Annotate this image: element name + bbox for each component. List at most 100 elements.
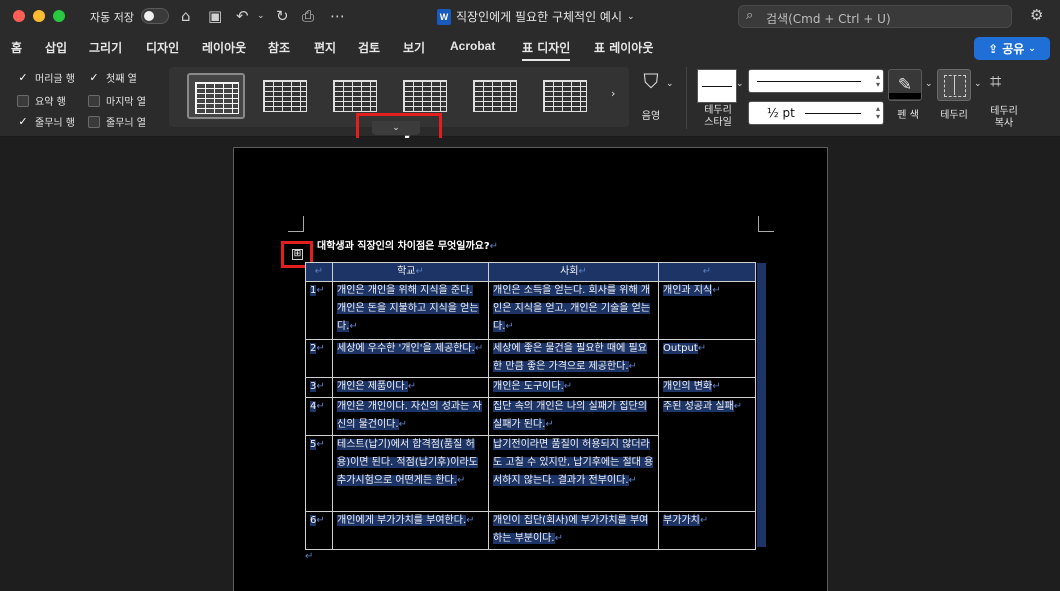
header-cell[interactable]: 학교↵ bbox=[332, 262, 489, 282]
option-last-column[interactable]: 마지막 열 bbox=[88, 93, 146, 108]
header-cell[interactable]: ↵ bbox=[658, 262, 756, 282]
tab-mailings[interactable]: 편지 bbox=[314, 39, 336, 56]
autosave-toggle[interactable] bbox=[141, 8, 169, 24]
option-header-row[interactable]: ✓ 머리글 행 bbox=[17, 70, 75, 85]
line-style-select[interactable]: ▴ ▾ bbox=[748, 69, 884, 93]
society-cell[interactable]: 납기전이라면 품질이 허용되지 않더라도 고칠 수 있지만, 납기후에는 절대 … bbox=[488, 435, 659, 512]
row-number[interactable]: 5↵ bbox=[305, 435, 333, 512]
document-title: 직장인에게 필요한 구체적인 예시 bbox=[456, 10, 623, 24]
row-end-markers bbox=[757, 263, 766, 547]
table-style-option[interactable] bbox=[467, 73, 525, 119]
checkmark-icon: ✓ bbox=[18, 114, 28, 128]
table-row: 4↵ 개인은 개인이다. 자신의 성과는 자신의 물건이다.↵ 집단 속의 개인… bbox=[305, 397, 756, 512]
shading-button[interactable]: ⛉ 음영 bbox=[636, 69, 666, 122]
table-header-row: ↵ 학교↵ 사회↵ ↵ bbox=[305, 262, 756, 282]
row-number[interactable]: 1↵ bbox=[305, 281, 333, 340]
row-number[interactable]: 2↵ bbox=[305, 339, 333, 378]
home-icon[interactable]: ⌂ bbox=[181, 6, 191, 26]
society-cell[interactable]: 개인은 도구이다.↵ bbox=[488, 377, 659, 398]
undo-dropdown-chevron-icon[interactable]: ⌄ bbox=[257, 6, 265, 26]
save-icon[interactable]: ▣ bbox=[208, 6, 222, 26]
keyword-cell[interactable]: 부가가치↵ bbox=[658, 511, 756, 550]
school-cell[interactable]: 개인은 개인이다. 자신의 성과는 자신의 물건이다.↵ bbox=[332, 397, 489, 436]
table-style-plain-grid[interactable] bbox=[187, 73, 245, 119]
keyword-cell[interactable]: Output↵ bbox=[658, 339, 756, 378]
society-cell[interactable]: 개인은 소득을 얻는다. 회사를 위해 개인은 지식을 얻고, 개인은 기술을 … bbox=[488, 281, 659, 340]
option-banded-rows[interactable]: ✓ 줄무늬 행 bbox=[17, 114, 75, 129]
data-table[interactable]: ↵ 학교↵ 사회↵ ↵ 1↵ 개인은 개인을 위해 지식을 준다. 개인은 돈을… bbox=[305, 262, 756, 550]
school-cell[interactable]: 세상에 우수한 '개인'을 제공한다.↵ bbox=[332, 339, 489, 378]
option-label: 머리글 행 bbox=[35, 74, 75, 85]
checkbox-empty-icon bbox=[88, 115, 100, 128]
row-number[interactable]: 3↵ bbox=[305, 377, 333, 398]
option-label: 첫째 열 bbox=[106, 74, 137, 85]
option-first-column[interactable]: ✓ 첫째 열 bbox=[88, 70, 137, 85]
question-paragraph[interactable]: 대학생과 직장인의 차이점은 무엇일까요?↵ bbox=[317, 237, 498, 252]
tab-review[interactable]: 검토 bbox=[358, 39, 380, 56]
border-painter-icon[interactable]: ⌗ bbox=[990, 69, 1001, 93]
end-paragraph-mark: ↵ bbox=[305, 551, 314, 562]
society-cell[interactable]: 집단 속의 개인은 나의 실패가 집단의 실패가 된다.↵ bbox=[488, 397, 659, 436]
pen-color-chevron-icon[interactable]: ⌄ bbox=[925, 79, 933, 89]
keyword-cell[interactable]: 개인과 지식↵ bbox=[658, 281, 756, 340]
borders-button[interactable] bbox=[937, 69, 971, 101]
borders-chevron-icon[interactable]: ⌄ bbox=[974, 79, 982, 89]
ribbon-divider bbox=[686, 67, 687, 129]
pen-icon: ✎ bbox=[897, 75, 913, 95]
tab-insert[interactable]: 삽입 bbox=[45, 39, 67, 56]
table-style-option[interactable] bbox=[257, 73, 315, 119]
more-icon[interactable]: ⋯ bbox=[330, 6, 345, 26]
tab-table-layout[interactable]: 표 레이아웃 bbox=[594, 39, 653, 56]
option-label: 마지막 열 bbox=[106, 97, 146, 108]
school-cell[interactable]: 테스트(납기)에서 합격점(품질 허용)이면 된다. 적점(납기후)이라도 추가… bbox=[332, 435, 489, 512]
document-title-area[interactable]: W 직장인에게 필요한 구체적인 예시 ⌄ bbox=[437, 8, 635, 25]
line-weight-select[interactable]: ½ pt ▴ ▾ bbox=[748, 101, 884, 125]
keyword-cell[interactable]: 개인의 변화↵ bbox=[658, 377, 756, 398]
keyword-cell[interactable]: 주된 성공과 실패↵ bbox=[658, 397, 756, 512]
pen-color-swatch bbox=[889, 93, 921, 99]
school-cell[interactable]: 개인에게 부가가치를 부여한다.↵ bbox=[332, 511, 489, 550]
table-row: 2↵ 세상에 우수한 '개인'을 제공한다.↵ 세상에 좋은 물건을 필요한 때… bbox=[305, 339, 756, 378]
row-number[interactable]: 6↵ bbox=[305, 511, 333, 550]
border-style-chevron-icon[interactable]: ⌄ bbox=[736, 79, 744, 89]
border-style-button[interactable] bbox=[697, 69, 737, 103]
tab-table-design[interactable]: 표 디자인 bbox=[522, 39, 571, 61]
school-cell[interactable]: 개인은 제품이다.↵ bbox=[332, 377, 489, 398]
account-settings-icon[interactable]: ⚙ bbox=[1030, 6, 1043, 24]
share-chevron-icon: ⌄ bbox=[1028, 43, 1036, 54]
zoom-window-button[interactable] bbox=[53, 10, 65, 22]
paint-bucket-icon: ⛉ bbox=[643, 69, 659, 93]
table-row: 3↵ 개인은 제품이다.↵ 개인은 도구이다.↵ 개인의 변화↵ bbox=[305, 377, 756, 398]
row-number[interactable]: 4↵ bbox=[305, 397, 333, 436]
minimize-window-button[interactable] bbox=[33, 10, 45, 22]
redo-icon[interactable]: ↻ bbox=[276, 6, 289, 26]
border-painter-label: 테두리 복사 bbox=[990, 106, 1018, 129]
tab-layout[interactable]: 레이아웃 bbox=[202, 39, 246, 56]
tab-acrobat[interactable]: Acrobat bbox=[450, 39, 495, 53]
table-style-option[interactable] bbox=[537, 73, 595, 119]
share-label: 공유 bbox=[1002, 42, 1025, 56]
header-cell[interactable]: 사회↵ bbox=[488, 262, 659, 282]
society-cell[interactable]: 세상에 좋은 물건을 필요한 때에 필요한 만큼 좋은 가격으로 제공한다.↵ bbox=[488, 339, 659, 378]
tab-design[interactable]: 디자인 bbox=[146, 39, 179, 56]
option-total-row[interactable]: 요약 행 bbox=[17, 93, 66, 108]
tab-draw[interactable]: 그리기 bbox=[89, 39, 122, 56]
tab-references[interactable]: 참조 bbox=[268, 39, 290, 56]
option-banded-columns[interactable]: 줄무늬 열 bbox=[88, 114, 146, 129]
print-icon[interactable]: ⎙ bbox=[302, 6, 314, 26]
crop-mark bbox=[758, 216, 774, 232]
close-window-button[interactable] bbox=[13, 10, 25, 22]
society-cell[interactable]: 개인이 집단(회사)에 부가가치를 부여하는 부분이다.↵ bbox=[488, 511, 659, 550]
share-button[interactable]: ⇪ 공유 ⌄ bbox=[974, 37, 1050, 60]
ribbon-tabs: 홈 삽입 그리기 디자인 레이아웃 참조 편지 검토 보기 Acrobat 표 … bbox=[0, 34, 1060, 61]
undo-icon[interactable]: ↶ bbox=[236, 6, 249, 26]
tab-view[interactable]: 보기 bbox=[403, 39, 425, 56]
search-box[interactable]: ⌕ 검색(Cmd + Ctrl + U) bbox=[738, 5, 1012, 28]
tab-home[interactable]: 홈 bbox=[11, 39, 22, 56]
school-cell[interactable]: 개인은 개인을 위해 지식을 준다. 개인은 돈을 지불하고 지식을 얻는다.↵ bbox=[332, 281, 489, 340]
table-row: 6↵ 개인에게 부가가치를 부여한다.↵ 개인이 집단(회사)에 부가가치를 부… bbox=[305, 511, 756, 550]
header-cell[interactable]: ↵ bbox=[305, 262, 333, 282]
shading-dropdown-chevron-icon[interactable]: ⌄ bbox=[666, 79, 674, 89]
search-placeholder: 검색(Cmd + Ctrl + U) bbox=[766, 12, 891, 26]
gallery-next-arrow-icon[interactable]: › bbox=[611, 87, 615, 100]
